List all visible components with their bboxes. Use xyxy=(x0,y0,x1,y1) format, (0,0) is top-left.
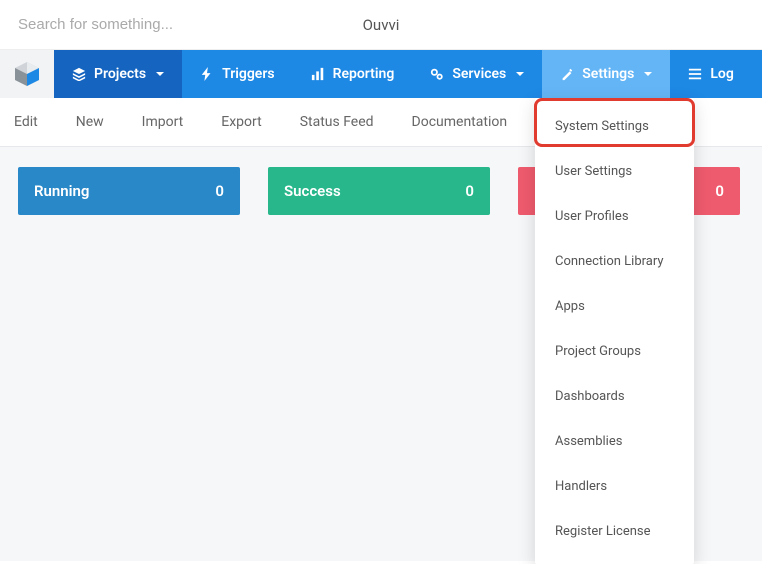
subnav-import[interactable]: Import xyxy=(142,114,184,130)
menu-connection-library[interactable]: Connection Library xyxy=(535,239,694,284)
layers-icon xyxy=(72,67,86,81)
menu-system-settings[interactable]: System Settings xyxy=(535,104,694,149)
nav-reporting-label: Reporting xyxy=(333,66,395,82)
bolt-icon xyxy=(200,67,214,81)
stat-error-value: 0 xyxy=(715,182,724,200)
nav-services-label: Services xyxy=(452,66,506,82)
menu-user-profiles[interactable]: User Profiles xyxy=(535,194,694,239)
settings-dropdown: System Settings User Settings User Profi… xyxy=(535,98,694,564)
logo[interactable] xyxy=(0,50,54,98)
nav-projects[interactable]: Projects xyxy=(54,50,182,98)
search-input[interactable] xyxy=(18,16,318,33)
chart-icon xyxy=(311,67,325,81)
menu-user-settings[interactable]: User Settings xyxy=(535,149,694,194)
menu-apps[interactable]: Apps xyxy=(535,284,694,329)
subnav-edit[interactable]: Edit xyxy=(14,114,38,130)
subnav-export[interactable]: Export xyxy=(221,114,261,130)
nav-settings-label: Settings xyxy=(582,66,634,82)
menu-assemblies[interactable]: Assemblies xyxy=(535,419,694,464)
stat-success[interactable]: Success 0 xyxy=(268,167,490,215)
stat-running-value: 0 xyxy=(215,182,224,200)
subnav-new[interactable]: New xyxy=(76,114,104,130)
nav-triggers-label: Triggers xyxy=(222,66,275,82)
app-title: Ouvvi xyxy=(363,16,400,34)
stat-running-label: Running xyxy=(34,182,89,200)
stat-running[interactable]: Running 0 xyxy=(18,167,240,215)
stat-success-label: Success xyxy=(284,182,341,200)
nav-services[interactable]: Services xyxy=(412,50,542,98)
menu-dashboards[interactable]: Dashboards xyxy=(535,374,694,419)
menu-project-groups[interactable]: Project Groups xyxy=(535,329,694,374)
subnav-status-feed[interactable]: Status Feed xyxy=(300,114,374,130)
nav-settings[interactable]: Settings xyxy=(542,50,670,98)
nav-reporting[interactable]: Reporting xyxy=(293,50,413,98)
nav-triggers[interactable]: Triggers xyxy=(182,50,293,98)
chevron-down-icon xyxy=(516,72,524,76)
top-bar: Ouvvi xyxy=(0,0,762,50)
nav-log-label: Log xyxy=(710,66,733,82)
chevron-down-icon xyxy=(156,72,164,76)
gears-icon xyxy=(430,67,444,81)
menu-register-license[interactable]: Register License xyxy=(535,509,694,554)
nav-log[interactable]: Log xyxy=(670,50,751,98)
logo-icon xyxy=(11,58,43,90)
menu-handlers[interactable]: Handlers xyxy=(535,464,694,509)
nav-projects-label: Projects xyxy=(94,66,146,82)
stat-success-value: 0 xyxy=(465,182,474,200)
wand-icon xyxy=(560,67,574,81)
list-icon xyxy=(688,67,702,81)
chevron-down-icon xyxy=(644,72,652,76)
subnav-documentation[interactable]: Documentation xyxy=(412,114,508,130)
main-nav: Projects Triggers Reporting Services Set… xyxy=(0,50,762,98)
